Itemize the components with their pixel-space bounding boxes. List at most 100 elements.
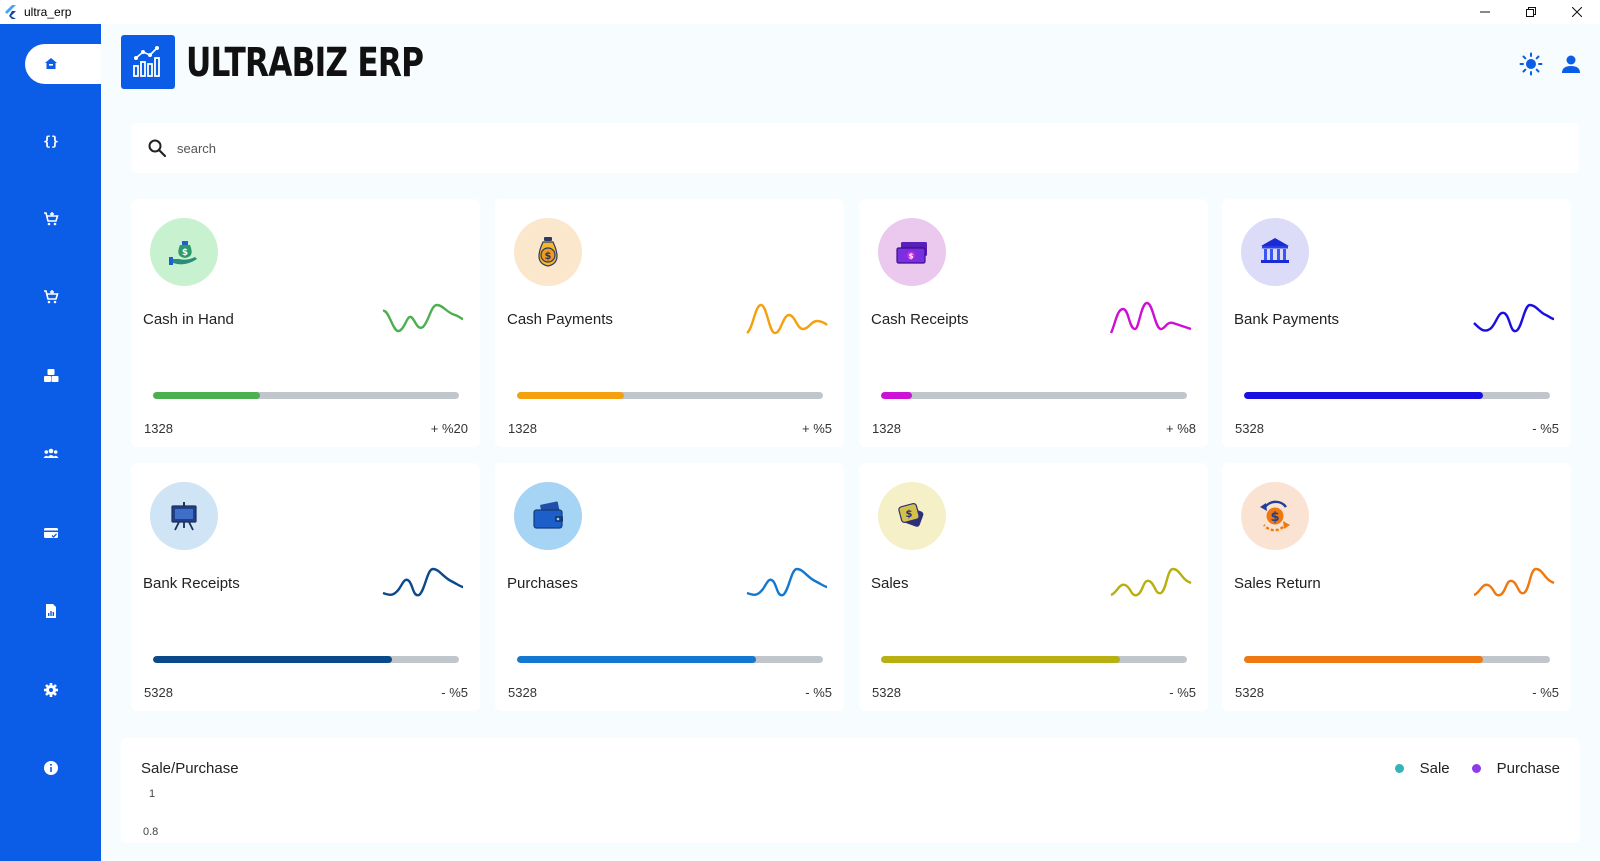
sidebar-item-home[interactable] [0,39,101,89]
trend-sparkline [746,567,828,597]
settings-icon [43,683,58,697]
card-delta: - %5 [1169,685,1196,700]
card-cash-payments[interactable]: $ Cash Payments 1328 + %5 [495,199,844,447]
sidebar-item-code[interactable]: {} [0,116,101,166]
progress-bar [881,392,1187,399]
trend-sparkline [382,567,464,597]
trend-sparkline [746,303,828,335]
card-title: Sales Return [1234,575,1321,592]
close-icon [1572,7,1582,17]
card-purchases[interactable]: Purchases 5328 - %5 [495,463,844,711]
card-delta: - %5 [1532,685,1559,700]
chart-logo-icon [133,46,160,77]
legend-item-purchase[interactable]: Purchase [1471,760,1560,777]
card-value: 5328 [1235,685,1264,700]
card-value: 1328 [144,421,173,436]
report-file-icon [45,604,56,618]
trend-sparkline [1473,303,1555,333]
sidebar-item-cart[interactable] [0,272,101,322]
legend-label-purchase: Purchase [1496,760,1560,777]
legend-dot-sale [1394,764,1404,773]
wallet-icon [533,501,563,529]
people-icon [43,448,58,458]
card-value: 5328 [1235,421,1264,436]
code-braces-icon: {} [43,135,59,150]
card-title: Bank Receipts [143,575,240,592]
card-delta: - %5 [805,685,832,700]
card-title: Cash Receipts [871,311,969,328]
coin-bag-icon: $ [538,237,558,267]
svg-text:$: $ [906,509,913,520]
search-icon [148,139,167,158]
card-value: 5328 [508,685,537,700]
trend-sparkline [1473,567,1555,597]
theme-toggle-button[interactable] [1519,52,1543,76]
sun-icon [1519,52,1543,76]
minimize-icon [1480,11,1490,13]
card-value: 5328 [144,685,173,700]
banknotes-icon: $ [896,242,927,264]
svg-text:$: $ [1270,510,1279,525]
card-value: 1328 [872,421,901,436]
sidebar-item-info[interactable] [0,743,101,793]
card-sales-return[interactable]: $ Sales Return 5328 - %5 [1222,463,1571,711]
card-icon-bg [514,482,582,550]
sidebar-item-reports[interactable] [0,586,101,636]
sidebar-item-inventory[interactable] [0,351,101,401]
card-delta: - %5 [441,685,468,700]
user-icon [1562,55,1580,73]
app-logo [121,35,175,89]
card-delta: - %5 [1532,421,1559,436]
chart-legend: Sale Purchase [1373,760,1560,777]
card-value: 1328 [508,421,537,436]
card-cash-receipts[interactable]: $ Cash Receipts 1328 + %8 [859,199,1208,447]
restore-icon [1526,7,1536,17]
dollar-return-icon: $ [1260,500,1290,532]
card-title: Cash in Hand [143,311,234,328]
legend-dot-purchase [1471,764,1481,773]
card-bank-payments[interactable]: Bank Payments 5328 - %5 [1222,199,1571,447]
boxes-icon [43,369,58,382]
card-bank-receipts[interactable]: Bank Receipts 5328 - %5 [131,463,480,711]
search-bar[interactable] [131,123,1579,173]
minimize-button[interactable] [1462,0,1508,24]
user-profile-button[interactable] [1559,52,1583,76]
card-delta: + %8 [1166,421,1196,436]
close-button[interactable] [1554,0,1600,24]
card-icon-bg: $ [150,218,218,286]
flutter-app-icon [5,5,16,19]
cart-icon [43,290,59,304]
sidebar-item-payments[interactable] [0,508,101,558]
search-input[interactable] [177,140,777,156]
progress-bar [153,392,459,399]
card-delta: + %5 [802,421,832,436]
svg-text:{}: {} [43,135,59,150]
card-title: Bank Payments [1234,311,1340,328]
presentation-board-icon [171,502,197,531]
window-titlebar: ultra_erp [0,0,1600,24]
sidebar-item-cart-add[interactable] [0,194,101,244]
progress-bar [517,656,823,663]
card-delta: + %20 [430,421,468,436]
sale-purchase-chart: Sale/Purchase Sale Purchase 1 0.8 [121,738,1580,843]
card-title: Purchases [507,575,578,592]
progress-bar [881,656,1187,663]
progress-bar [1244,392,1550,399]
legend-item-sale[interactable]: Sale [1394,760,1450,777]
card-value: 5328 [872,685,901,700]
card-title: Cash Payments [507,311,613,328]
chart-title: Sale/Purchase [141,760,239,777]
sidebar-item-people[interactable] [0,429,101,479]
card-icon-bg: $ [1241,482,1309,550]
window-controls [1462,0,1600,24]
sidebar-item-settings[interactable] [0,665,101,715]
card-cash-in-hand[interactable]: $ Cash in Hand 1328 + %20 [131,199,480,447]
legend-label-sale: Sale [1419,760,1450,777]
card-sales[interactable]: $ Sales 5328 - %5 [859,463,1208,711]
restore-button[interactable] [1508,0,1554,24]
trend-sparkline [1109,301,1192,334]
info-icon [43,761,58,775]
cart-add-icon [43,212,59,226]
home-icon [44,58,57,69]
window-title: ultra_erp [24,5,72,19]
